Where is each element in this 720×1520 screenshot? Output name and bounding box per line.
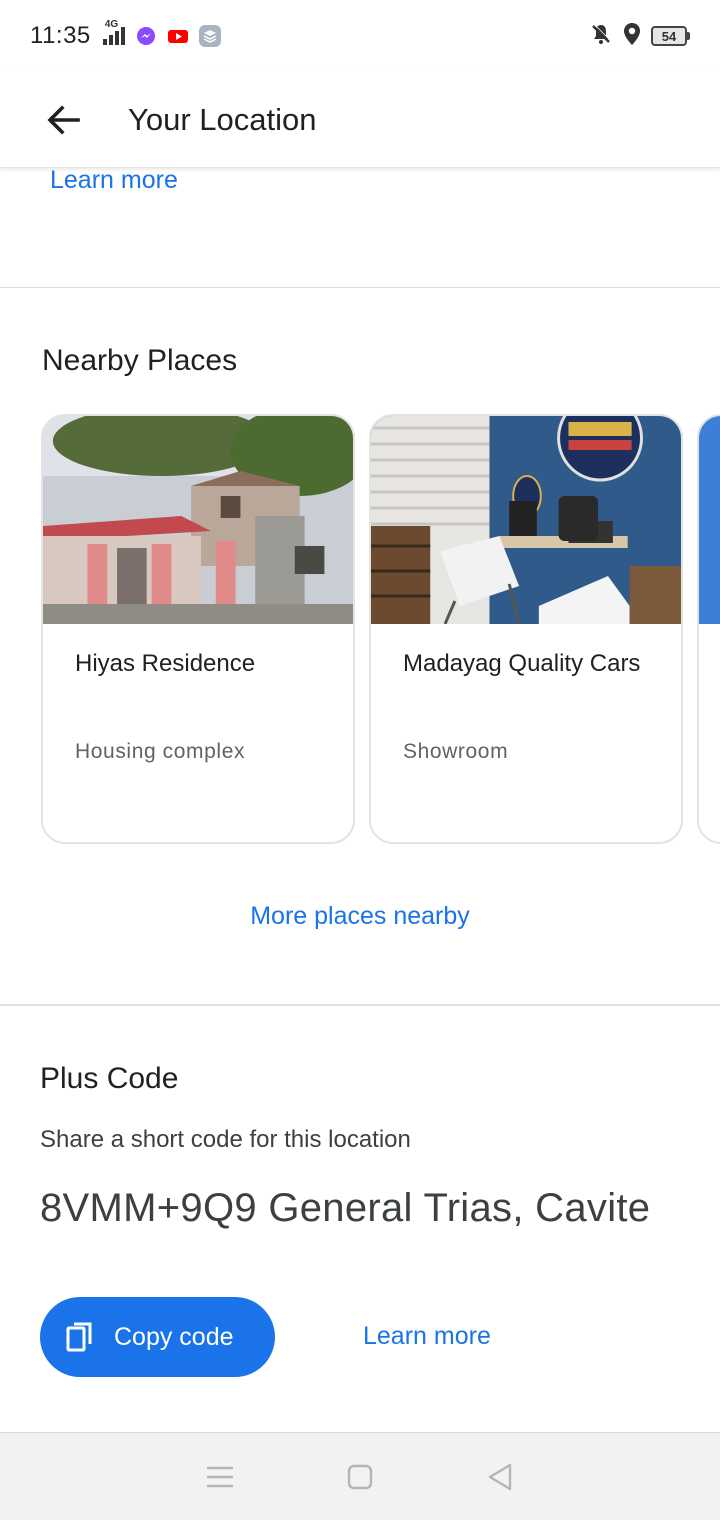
nav-menu-button[interactable] (190, 1447, 250, 1507)
notifications-off-icon (589, 22, 613, 51)
system-nav-bar (0, 1432, 720, 1520)
signal-icon: 4G (102, 19, 125, 45)
back-button[interactable] (32, 88, 96, 152)
status-right-icons: 54 (589, 22, 690, 51)
arrow-back-icon (47, 104, 80, 135)
more-places-nearby-link[interactable]: More places nearby (0, 902, 720, 931)
nearby-places-title: Nearby Places (42, 344, 238, 377)
location-pin-icon (621, 22, 643, 51)
nearby-places-carousel[interactable]: Hiyas Residence Housing complex Madayag … (41, 414, 720, 844)
messenger-icon (134, 25, 157, 47)
home-square-icon (347, 1464, 373, 1489)
place-name: Madayag Quality Cars (403, 650, 641, 677)
nearby-places-section: Nearby Places Hiyas Residence Housing co… (0, 288, 720, 1006)
status-left-icons: 4G (102, 19, 221, 47)
place-photo (699, 416, 720, 624)
plus-code-learn-more-link[interactable]: Learn more (363, 1322, 491, 1351)
place-type: Housing complex (75, 740, 246, 763)
copy-icon (66, 1322, 92, 1352)
place-type: Showroom (403, 740, 509, 763)
nav-back-button[interactable] (470, 1447, 530, 1507)
nav-home-button[interactable] (330, 1447, 390, 1507)
battery-level: 54 (651, 26, 687, 46)
status-bar: 11:35 4G 54 (0, 0, 720, 72)
youtube-icon (167, 25, 189, 47)
copy-code-button[interactable]: Copy code (40, 1297, 275, 1377)
plus-code-section: Plus Code Share a short code for this lo… (0, 1006, 720, 1432)
top-learn-section: Learn more (0, 168, 720, 288)
place-photo (371, 416, 681, 624)
place-photo (43, 416, 353, 624)
place-card[interactable]: Hiyas Residence Housing complex (41, 414, 355, 844)
plus-code-value: 8VMM+9Q9 General Trias, Cavite (40, 1186, 651, 1230)
status-time: 11:35 (30, 22, 91, 49)
battery-icon: 54 (651, 26, 690, 46)
page-title: Your Location (128, 101, 317, 137)
place-card[interactable] (697, 414, 720, 844)
network-type-label: 4G (104, 19, 119, 30)
menu-icon (207, 1466, 233, 1487)
plus-code-description: Share a short code for this location (40, 1126, 411, 1153)
back-triangle-icon (488, 1463, 512, 1490)
layers-app-icon (198, 25, 221, 47)
place-name: Hiyas Residence (75, 650, 256, 677)
copy-code-label: Copy code (114, 1322, 234, 1351)
plus-code-title: Plus Code (40, 1062, 179, 1095)
place-card[interactable]: Madayag Quality Cars Showroom (369, 414, 683, 844)
top-learn-more-link[interactable]: Learn more (50, 168, 178, 195)
app-bar: Your Location (0, 72, 720, 168)
